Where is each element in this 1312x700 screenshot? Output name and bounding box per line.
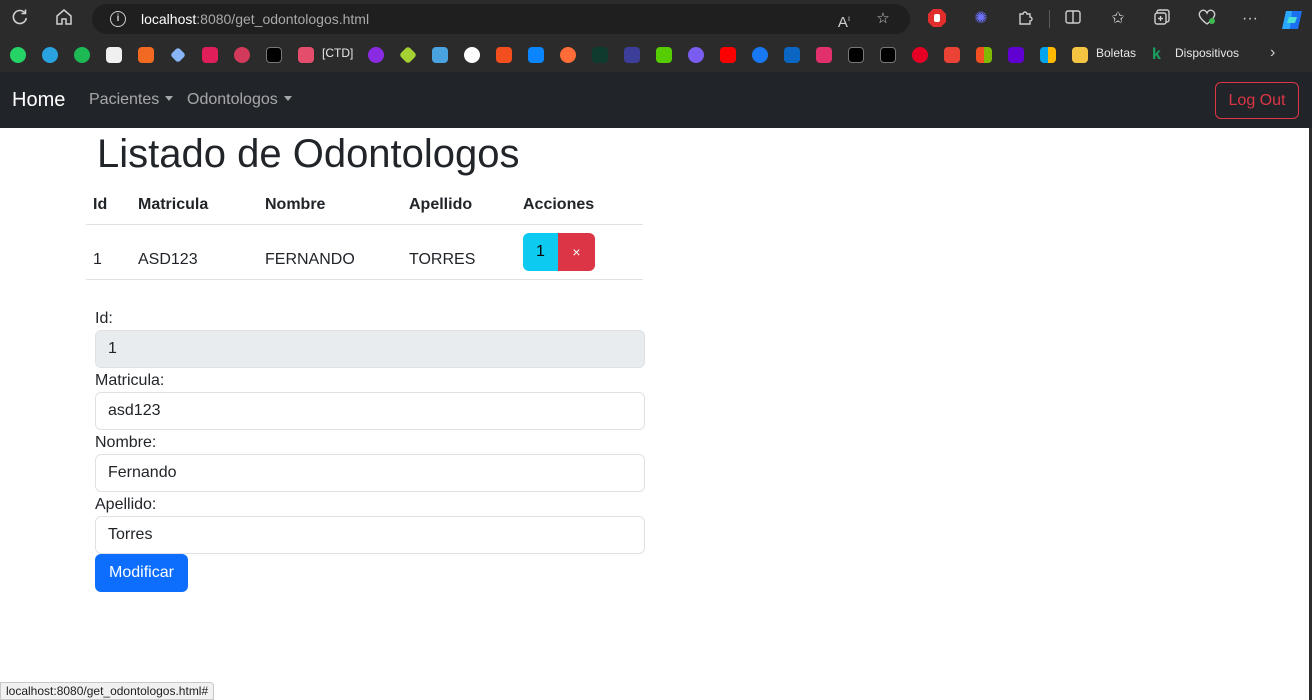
address-bar[interactable]: i localhost:8080/get_odontologos.html Aı… — [92, 4, 910, 34]
r-app-icon[interactable] — [624, 47, 640, 63]
table-header-acciones: Acciones — [523, 196, 595, 213]
favorite-star-icon[interactable]: ☆ — [873, 9, 893, 29]
logout-button[interactable]: Log Out — [1215, 82, 1299, 119]
folder-icon[interactable] — [1072, 47, 1088, 63]
browser-toolbar: i localhost:8080/get_odontologos.html Aı… — [0, 0, 1312, 72]
telegram-icon[interactable] — [42, 47, 58, 63]
github-icon[interactable] — [464, 47, 480, 63]
whatsapp-icon[interactable] — [10, 47, 26, 63]
cell-apellido: TORRES — [409, 251, 476, 268]
tiktok-alt-icon[interactable] — [234, 47, 250, 63]
pinterest-icon[interactable] — [912, 47, 928, 63]
health-icon[interactable] — [1196, 8, 1218, 30]
nav-pacientes-label: Pacientes — [89, 91, 160, 108]
gemini-icon[interactable] — [170, 47, 186, 63]
office-icon[interactable] — [1040, 47, 1056, 63]
linkedin-icon[interactable] — [784, 47, 800, 63]
cell-nombre: FERNANDO — [265, 251, 355, 268]
status-bar-url: localhost:8080/get_odontologos.html# — [0, 682, 215, 700]
window-app-icon[interactable] — [432, 47, 448, 63]
youtube-icon[interactable] — [720, 47, 736, 63]
instagram-icon[interactable] — [816, 47, 832, 63]
copilot-icon[interactable] — [1280, 8, 1302, 30]
matricula-field[interactable] — [95, 392, 645, 430]
navbar-brand-home[interactable]: Home — [12, 89, 65, 112]
cell-id: 1 — [93, 251, 102, 268]
devto-icon[interactable] — [266, 47, 282, 63]
table-header-divider — [86, 224, 643, 225]
refresh-icon[interactable] — [8, 7, 32, 31]
figma-icon[interactable] — [496, 47, 512, 63]
browser-address-row: i localhost:8080/get_odontologos.html Aı… — [0, 0, 1312, 38]
delete-button[interactable]: × — [558, 233, 595, 271]
bookmarks-bar: [CTD] Boletas k Dispositivos › — [0, 38, 1312, 72]
table-header-matricula: Matricula — [138, 196, 209, 213]
nombre-label: Nombre: — [95, 434, 157, 451]
toolbar-separator — [1049, 10, 1050, 28]
adblock-icon[interactable] — [926, 8, 948, 30]
nav-dropdown-pacientes[interactable]: Pacientes — [89, 91, 174, 109]
modificar-button[interactable]: Modificar — [95, 554, 188, 592]
nombre-field[interactable] — [95, 454, 645, 492]
k-app-icon[interactable]: k — [1152, 47, 1168, 63]
x-icon[interactable] — [880, 47, 896, 63]
chatgpt-icon[interactable] — [106, 47, 122, 63]
apellido-field[interactable] — [95, 516, 645, 554]
chevron-down-icon — [283, 96, 292, 101]
read-aloud-icon[interactable]: Aı — [834, 9, 854, 31]
table-header-id: Id — [93, 196, 108, 213]
edit-button[interactable]: 1 — [523, 233, 558, 271]
gmail-icon[interactable] — [944, 47, 960, 63]
cell-matricula: ASD123 — [138, 251, 198, 268]
slack-icon[interactable] — [202, 47, 218, 63]
ctd-icon[interactable] — [298, 47, 314, 63]
id-field[interactable] — [95, 330, 645, 368]
bookmark-ctd[interactable]: [CTD] — [322, 46, 353, 60]
postman-icon[interactable] — [560, 47, 576, 63]
extension-flower-icon[interactable]: ✺ — [970, 8, 992, 30]
app-navbar: Home Pacientes Odontologos Log Out — [0, 72, 1312, 128]
yahoo-mail-icon[interactable] — [1008, 47, 1024, 63]
dark-green-app-icon[interactable] — [592, 47, 608, 63]
chevron-right-icon[interactable]: › — [1270, 44, 1275, 62]
id-label: Id: — [95, 310, 113, 327]
table-header-apellido: Apellido — [409, 196, 473, 213]
gmail-alt-icon[interactable] — [138, 47, 154, 63]
vscode-icon[interactable] — [528, 47, 544, 63]
chevron-down-icon — [165, 96, 174, 101]
green-diamond-icon[interactable] — [398, 45, 418, 65]
microsoft-icon[interactable] — [976, 47, 992, 63]
extensions-icon[interactable] — [1014, 8, 1036, 30]
bookmark-dispositivos[interactable]: Dispositivos — [1175, 46, 1239, 60]
split-screen-icon[interactable] — [1062, 8, 1084, 30]
matricula-label: Matricula: — [95, 372, 165, 389]
tiktok-icon[interactable] — [848, 47, 864, 63]
spotify-icon[interactable] — [74, 47, 90, 63]
collections-icon[interactable] — [1151, 8, 1173, 30]
s-app-icon[interactable] — [688, 47, 704, 63]
nav-dropdown-odontologos[interactable]: Odontologos — [187, 91, 292, 109]
nav-odontologos-label: Odontologos — [187, 91, 278, 108]
home-icon[interactable] — [52, 7, 76, 31]
bookmark-boletas[interactable]: Boletas — [1096, 46, 1136, 60]
address-url: localhost:8080/get_odontologos.html — [141, 11, 370, 27]
info-icon[interactable]: i — [110, 11, 126, 27]
more-icon[interactable]: ··· — [1239, 8, 1261, 30]
table-header-nombre: Nombre — [265, 196, 326, 213]
favorites-icon[interactable]: ✩ — [1107, 8, 1129, 30]
purple-app-icon[interactable] — [368, 47, 384, 63]
duolingo-icon[interactable] — [656, 47, 672, 63]
facebook-icon[interactable] — [752, 47, 768, 63]
table-row-divider — [86, 279, 643, 280]
page-title: Listado de Odontologos — [97, 132, 520, 176]
apellido-label: Apellido: — [95, 496, 157, 513]
